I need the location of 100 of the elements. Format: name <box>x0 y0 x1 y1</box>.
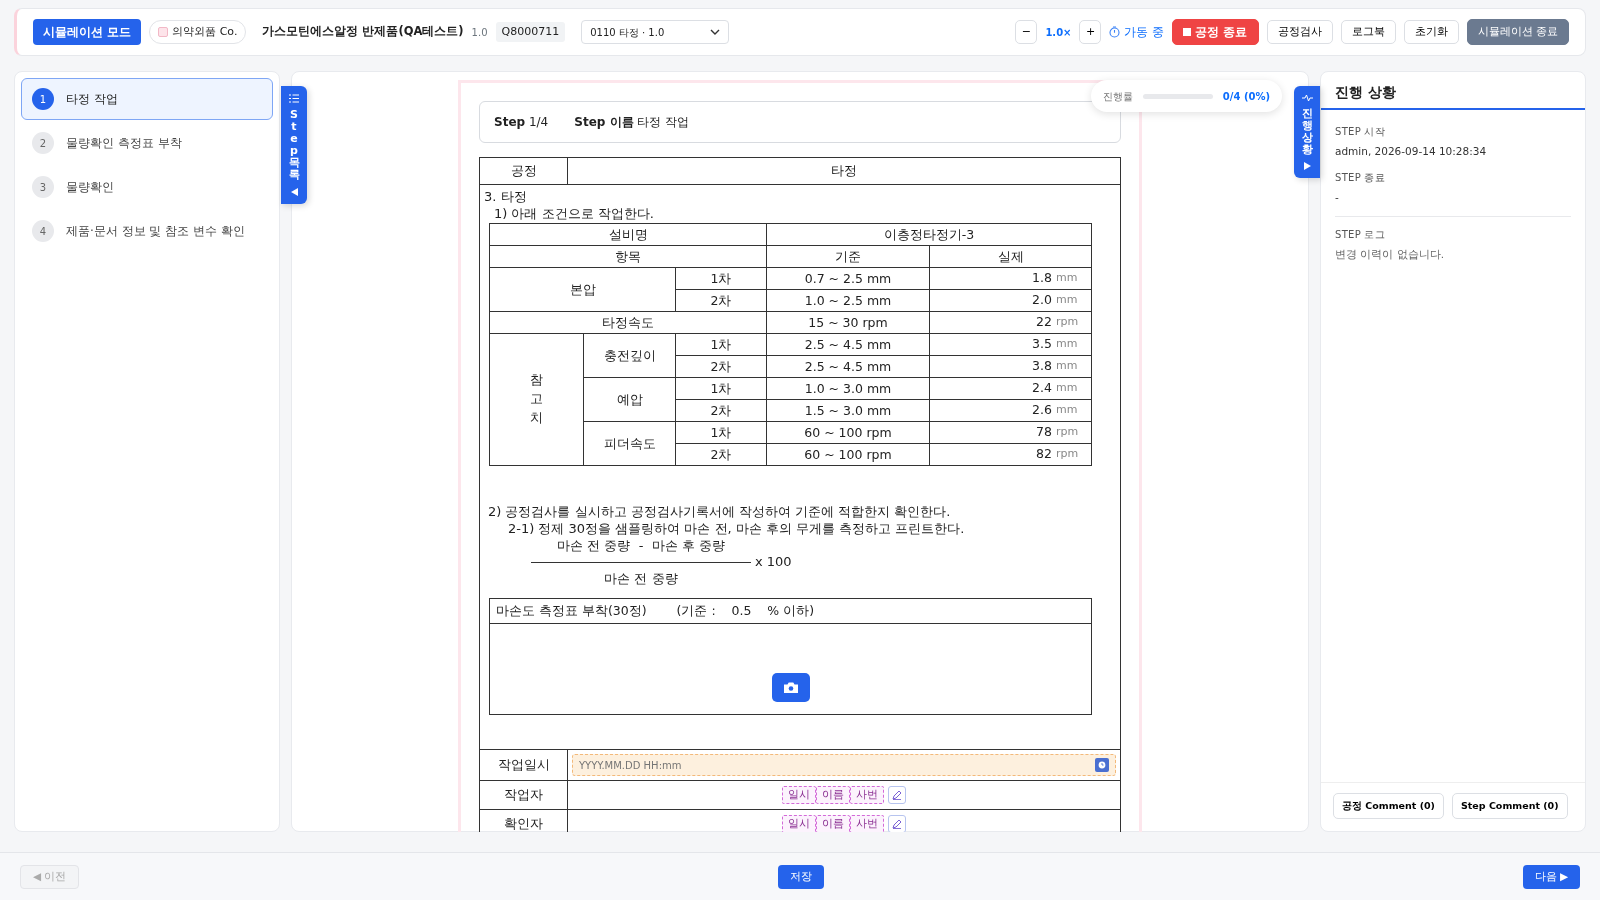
table-cell: 0.7 ~ 2.5 mm <box>804 270 892 286</box>
clock-button[interactable] <box>1095 758 1109 772</box>
table-cell: 피더속도 <box>603 435 656 451</box>
signature-chip[interactable]: 이름 <box>816 785 850 805</box>
table-cell: 1.0 ~ 3.0 mm <box>804 380 892 396</box>
table-cell: 1.5 ~ 3.0 mm <box>804 402 892 418</box>
step-item[interactable]: 4 제품·문서 정보 및 참조 변수 확인 <box>21 210 273 252</box>
signature-chip[interactable]: 사번 <box>850 785 884 805</box>
status-text: 가동 중 <box>1124 24 1165 41</box>
chevron-down-icon <box>710 29 721 35</box>
section-label: STEP 종료 <box>1335 171 1387 185</box>
zoom-out-button[interactable]: − <box>1015 20 1038 44</box>
table-cell: 1차 <box>710 270 732 286</box>
toolbar-button[interactable]: 공정검사 <box>1266 20 1333 44</box>
caret-left-icon <box>290 187 298 196</box>
section-value: admin, 2026-09-14 10:28:34 <box>1335 144 1488 160</box>
step-number: 2 <box>32 132 54 154</box>
section-title: 3. 타정 <box>484 189 528 206</box>
table-cell: 2.5 ~ 4.5 mm <box>804 358 892 374</box>
formula-denominator: 마손 전 중량 <box>603 571 679 589</box>
table-cell: 실제 <box>997 248 1024 264</box>
table-cell: 이층정타정기-3 <box>883 226 975 242</box>
mode-button[interactable]: 시뮬레이션 모드 <box>33 19 142 45</box>
zoom-level: 1.0× <box>1045 25 1072 40</box>
table-cell: 타정 <box>831 162 857 178</box>
table-cell: 1.0 ~ 2.5 mm <box>804 292 892 308</box>
toolbar-button[interactable]: 로그북 <box>1340 20 1396 44</box>
step-number: 4 <box>32 220 54 242</box>
table-cell: 2차 <box>710 292 732 308</box>
step-number: 1 <box>32 88 54 110</box>
next-button[interactable]: 다음 ▶ <box>1522 864 1580 889</box>
table-cell: 작업일시 <box>497 756 550 772</box>
end-process-button[interactable]: 공정 종료 <box>1172 19 1259 45</box>
progress-tab[interactable]: 진행 상황 <box>1294 86 1320 179</box>
step-item[interactable]: 3 물량확인 <box>21 166 273 208</box>
step-item[interactable]: 1 타정 작업 <box>21 78 273 120</box>
process-select[interactable]: 0110 타정 · 1.0 <box>581 20 730 44</box>
table-cell: 2.5 ~ 4.5 mm <box>804 336 892 352</box>
table-cell: 2차 <box>710 358 732 374</box>
table-cell: 기준 <box>835 248 861 264</box>
step-list-tab[interactable]: Step 목록 <box>281 86 307 204</box>
toolbar-button[interactable]: 시뮬레이션 종료 <box>1466 19 1569 45</box>
instruction-text: 2-1) 정제 30정을 샘플링하여 마손 전, 마손 후의 무게를 측정하고 프린트한다. <box>508 520 966 538</box>
table-cell: 공정 <box>510 162 537 178</box>
signature-chip[interactable]: 일시 <box>782 785 816 805</box>
comment-button[interactable]: 공정 Comment (0) <box>1333 793 1444 819</box>
instruction-text: 1) 아래 조건으로 작업한다. <box>494 205 655 223</box>
table-cell-text: 참고치 <box>530 371 543 427</box>
zoom-in-button[interactable]: + <box>1079 20 1102 44</box>
step-info: Step 이름 타정 작업 <box>574 114 690 131</box>
formula-numerator: 마손 전 중량 - 마손 후 중량 <box>556 537 726 555</box>
table-cell: 60 ~ 100 rpm <box>804 424 892 440</box>
section-label: STEP 로그 <box>1335 227 1387 242</box>
version-text: 1.0 <box>471 25 488 40</box>
table-cell: 1차 <box>710 424 732 440</box>
criterion-text: (기준 : 0.5 % 이하) <box>676 603 815 620</box>
product-code: Q8000711 <box>495 21 566 43</box>
edit-button[interactable] <box>888 815 906 832</box>
datetime-field[interactable]: YYYY.MM.DD HH:mm <box>572 754 1116 776</box>
section-value: - <box>1335 190 1340 205</box>
stop-icon <box>1183 28 1192 36</box>
table-cell: 작업자 <box>504 786 543 802</box>
table-cell: 설비명 <box>608 226 648 242</box>
clock-icon <box>1098 761 1106 769</box>
product-name: 가스모틴에스알정 반제품(QA테스트) <box>262 23 464 41</box>
signature-chip[interactable]: 사번 <box>850 814 884 832</box>
table-cell: 항목 <box>615 248 641 264</box>
camera-button[interactable] <box>771 673 810 703</box>
step-number: 3 <box>32 176 54 198</box>
table-cell: 확인자 <box>504 815 543 831</box>
section-value: 변경 이력이 없습니다. <box>1335 246 1445 262</box>
camera-icon <box>783 682 798 694</box>
progress-pill: 진행률 0/4 (0%) <box>1090 80 1282 112</box>
section-label: STEP 시작 <box>1335 125 1387 140</box>
comment-button[interactable]: Step Comment (0) <box>1451 793 1568 819</box>
timer-icon <box>1109 26 1121 38</box>
pen-icon <box>892 790 902 800</box>
table-cell: 15 ~ 30 rpm <box>808 314 888 330</box>
panel-title: 진행 상황 <box>1321 72 1585 111</box>
edit-button[interactable] <box>888 786 906 804</box>
table-cell: 2차 <box>710 402 732 418</box>
signature-chip[interactable]: 일시 <box>782 814 816 832</box>
save-button[interactable]: 저장 <box>778 864 824 889</box>
step-item[interactable]: 2 물량확인 측정표 부착 <box>21 122 273 164</box>
table-cell: 타정속도 <box>602 314 654 330</box>
attachment-title: 마손도 측정표 부착(30정) <box>496 603 647 620</box>
signature-chip[interactable]: 이름 <box>816 814 850 832</box>
table-cell: 본압 <box>569 281 596 297</box>
formula-multiplier: x 100 <box>755 554 792 572</box>
pen-icon <box>892 819 902 829</box>
caret-right-icon <box>1303 162 1311 171</box>
table-cell: 1차 <box>710 380 732 396</box>
instruction-text: 2) 공정검사를 실시하고 공정검사기록서에 작성하여 기준에 적합한지 확인한다. <box>488 503 952 521</box>
list-icon <box>289 94 299 103</box>
table-cell: 1차 <box>710 336 732 352</box>
toolbar-button[interactable]: 초기화 <box>1403 20 1459 44</box>
table-cell: 충전깊이 <box>603 347 656 363</box>
table-cell: 예압 <box>616 391 643 407</box>
table-cell: 2차 <box>710 446 732 462</box>
step-info: Step 1/4 <box>494 114 549 131</box>
